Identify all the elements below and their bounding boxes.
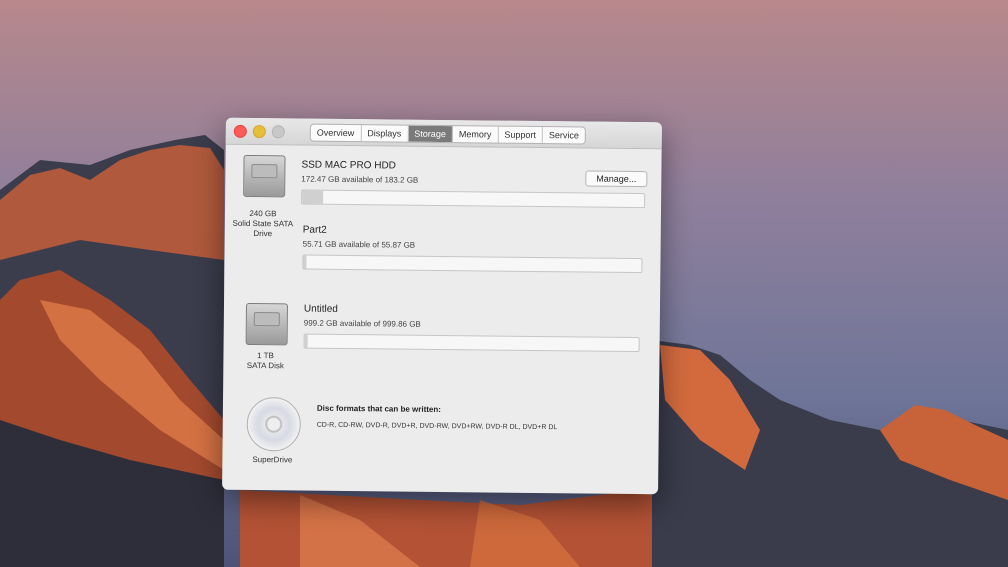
window-controls <box>233 124 285 139</box>
about-this-mac-window: Overview Displays Storage Memory Support… <box>222 117 662 495</box>
minimize-button[interactable] <box>252 125 266 139</box>
zoom-button[interactable] <box>271 125 285 139</box>
tab-displays[interactable]: Displays <box>361 125 409 142</box>
manage-button[interactable]: Manage... <box>585 170 648 188</box>
disc-icon <box>246 396 302 452</box>
hard-drive-icon <box>245 302 289 346</box>
volume-name: Untitled <box>303 303 338 315</box>
volume-available: 172.47 GB available of 183.2 GB <box>301 174 419 185</box>
volume-usage-bar <box>302 254 643 274</box>
tab-overview[interactable]: Overview <box>310 124 362 142</box>
volume-usage-fill <box>304 334 309 348</box>
drive-1-type: Solid State SATA <box>232 218 294 229</box>
volume-usage-fill <box>302 190 323 204</box>
drive-1-label: 240 GB Solid State SATA Drive <box>223 209 303 240</box>
volume-available: 999.2 GB available of 999.86 GB <box>303 318 421 329</box>
tab-support[interactable]: Support <box>498 126 543 144</box>
tab-bar: Overview Displays Storage Memory Support… <box>309 123 587 145</box>
disc-formats-title: Disc formats that can be written: <box>316 403 441 414</box>
tab-memory[interactable]: Memory <box>452 126 499 143</box>
volume-usage-bar <box>303 333 640 353</box>
tab-storage[interactable]: Storage <box>408 125 453 143</box>
volume-available: 55.71 GB available of 55.87 GB <box>302 239 416 250</box>
storage-panel: 240 GB Solid State SATA Drive SSD MAC PR… <box>222 145 662 495</box>
drive-1-type-cont: Drive <box>253 229 273 239</box>
drive-2-type: SATA Disk <box>246 360 284 371</box>
volume-name: Part2 <box>302 224 327 236</box>
tab-service[interactable]: Service <box>543 127 585 143</box>
close-button[interactable] <box>233 124 247 138</box>
volume-usage-bar <box>301 189 646 209</box>
hard-drive-icon <box>243 154 286 198</box>
volume-usage-fill <box>303 255 307 269</box>
disc-formats-list: CD-R, CD-RW, DVD-R, DVD+R, DVD-RW, DVD+R… <box>316 421 558 432</box>
drive-2-label: 1 TB SATA Disk <box>225 351 305 372</box>
volume-name: SSD MAC PRO HDD <box>301 159 396 172</box>
superdrive-label: SuperDrive <box>252 455 293 465</box>
